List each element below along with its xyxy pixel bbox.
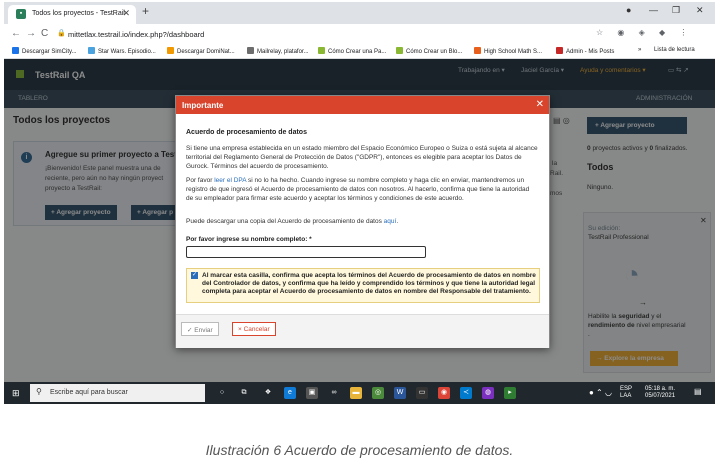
- more-bookmarks-icon[interactable]: »: [638, 47, 641, 53]
- consent-box: ✓ Al marcar esta casilla, confirma que a…: [186, 268, 540, 303]
- close-modal-icon[interactable]: ✕: [536, 99, 544, 110]
- minimize-icon[interactable]: —: [649, 5, 658, 15]
- taskbar-search-placeholder: Escribe aquí para buscar: [50, 389, 128, 396]
- figure-caption: Ilustración 6 Acuerdo de procesamiento d…: [205, 442, 514, 458]
- bookmark-icon: [318, 47, 325, 54]
- app-icon[interactable]: ◎: [372, 387, 384, 399]
- app-icon[interactable]: ∞: [328, 387, 340, 399]
- folder-icon[interactable]: ▬: [350, 387, 362, 399]
- consent-text: Al marcar esta casilla, confirma que ace…: [202, 272, 536, 295]
- profile-icon[interactable]: ●: [626, 5, 631, 15]
- cancel-button[interactable]: × Cancelar: [232, 322, 276, 336]
- bookmark-item[interactable]: Mailrelay, platafor...: [247, 47, 309, 55]
- bookmark-icon: [88, 47, 95, 54]
- bookmark-item[interactable]: Cómo Crear una Pa...: [318, 47, 386, 55]
- extension-icons[interactable]: ☆ ◉ ◈ ◆ ⋮: [596, 28, 693, 37]
- system-tray-icons[interactable]: ● ⌃ ◡: [589, 389, 612, 397]
- tab-strip: ▪ Todos los proyectos - TestRail ✕ + ● —…: [4, 2, 715, 24]
- modal-paragraph-1: Si tiene una empresa establecida en un e…: [186, 145, 538, 170]
- bookmark-icon: [12, 47, 19, 54]
- windows-taskbar: ⊞ ⚲ Escribe aquí para buscar ○ ⧉ ❖ e ▣ ∞…: [4, 382, 715, 404]
- dpa-link[interactable]: leer el DPA: [214, 177, 246, 184]
- search-icon: ⚲: [36, 387, 42, 396]
- taskbar-search[interactable]: ⚲ Escribe aquí para buscar: [30, 384, 205, 402]
- tab-title: Todos los proyectos - TestRail: [32, 10, 125, 17]
- url-text: mittetlax.testrail.io/index.php?/dashboa…: [68, 30, 205, 39]
- word-icon[interactable]: W: [394, 387, 406, 399]
- forward-icon[interactable]: →: [26, 28, 36, 39]
- reading-list[interactable]: Lista de lectura: [654, 47, 695, 53]
- terminal-icon[interactable]: ▭: [416, 387, 428, 399]
- bookmark-item[interactable]: Admin - Mis Posts: [556, 47, 614, 55]
- name-label: Por favor ingrese su nombre completo: *: [186, 236, 312, 243]
- reading-list-label: Lista de lectura: [654, 47, 695, 53]
- address-row: ← → C 🔒 mittetlax.testrail.io/index.php?…: [4, 24, 715, 44]
- bookmark-icon: [167, 47, 174, 54]
- close-window-icon[interactable]: ✕: [696, 5, 704, 16]
- browser-tab[interactable]: ▪ Todos los proyectos - TestRail ✕: [8, 5, 136, 24]
- bookmark-item[interactable]: Star Wars. Episodio...: [88, 47, 156, 55]
- back-icon[interactable]: ←: [11, 28, 21, 39]
- modal-heading: Acuerdo de procesamiento de datos: [186, 129, 307, 136]
- modal-title: Importante: [182, 101, 224, 110]
- full-name-input[interactable]: [186, 246, 426, 258]
- new-tab-icon[interactable]: +: [142, 4, 149, 18]
- consent-checkbox[interactable]: ✓: [191, 272, 198, 279]
- task-view-icon[interactable]: ⧉: [238, 387, 250, 399]
- notifications-icon[interactable]: ▤: [694, 388, 702, 396]
- bookmark-item[interactable]: High School Math S...: [474, 47, 542, 55]
- send-button[interactable]: ✓ Enviar: [181, 322, 219, 336]
- bookmark-icon: [396, 47, 403, 54]
- windows-start-icon[interactable]: ⊞: [12, 388, 20, 399]
- maximize-icon[interactable]: ❐: [672, 5, 680, 16]
- bookmark-item[interactable]: Descargar DomiNat...: [167, 47, 235, 55]
- browser-window: ▪ Todos los proyectos - TestRail ✕ + ● —…: [4, 2, 715, 404]
- app-icon[interactable]: ◍: [482, 387, 494, 399]
- dpa-modal: Importante ✕ Acuerdo de procesamiento de…: [175, 95, 550, 348]
- modal-footer: ✓ Enviar × Cancelar: [176, 314, 549, 348]
- vscode-icon[interactable]: ≺: [460, 387, 472, 399]
- modal-paragraph-2: Por favor leer el DPA si no lo ha hecho.…: [186, 177, 530, 202]
- language-indicator[interactable]: ESP LAA: [620, 386, 632, 400]
- url-bar[interactable]: 🔒 mittetlax.testrail.io/index.php?/dashb…: [56, 27, 576, 41]
- chrome-icon[interactable]: ◉: [438, 387, 450, 399]
- modal-paragraph-3: Puede descargar una copia del Acuerdo de…: [186, 218, 399, 225]
- lock-icon: 🔒: [57, 30, 66, 37]
- testrail-favicon-icon: ▪: [16, 9, 26, 19]
- clock[interactable]: 05:18 a. m. 05/07/2021: [645, 386, 675, 400]
- store-icon[interactable]: ▣: [306, 387, 318, 399]
- edge-icon[interactable]: e: [284, 387, 296, 399]
- bookmark-item[interactable]: Cómo Crear un Blo...: [396, 47, 462, 55]
- bookmark-icon: [556, 47, 563, 54]
- bookmarks-bar: Descargar SimCity... Star Wars. Episodio…: [4, 44, 715, 59]
- bookmark-icon: [247, 47, 254, 54]
- bookmark-item[interactable]: Descargar SimCity...: [12, 47, 77, 55]
- bookmark-icon: [474, 47, 481, 54]
- modal-header: Importante ✕: [176, 96, 549, 114]
- cortana-icon[interactable]: ○: [216, 387, 228, 399]
- dropbox-icon[interactable]: ❖: [262, 387, 274, 399]
- reload-icon[interactable]: C: [41, 28, 48, 39]
- download-link[interactable]: aquí: [384, 218, 397, 225]
- close-tab-icon[interactable]: ✕: [122, 8, 130, 19]
- app-icon[interactable]: ▸: [504, 387, 516, 399]
